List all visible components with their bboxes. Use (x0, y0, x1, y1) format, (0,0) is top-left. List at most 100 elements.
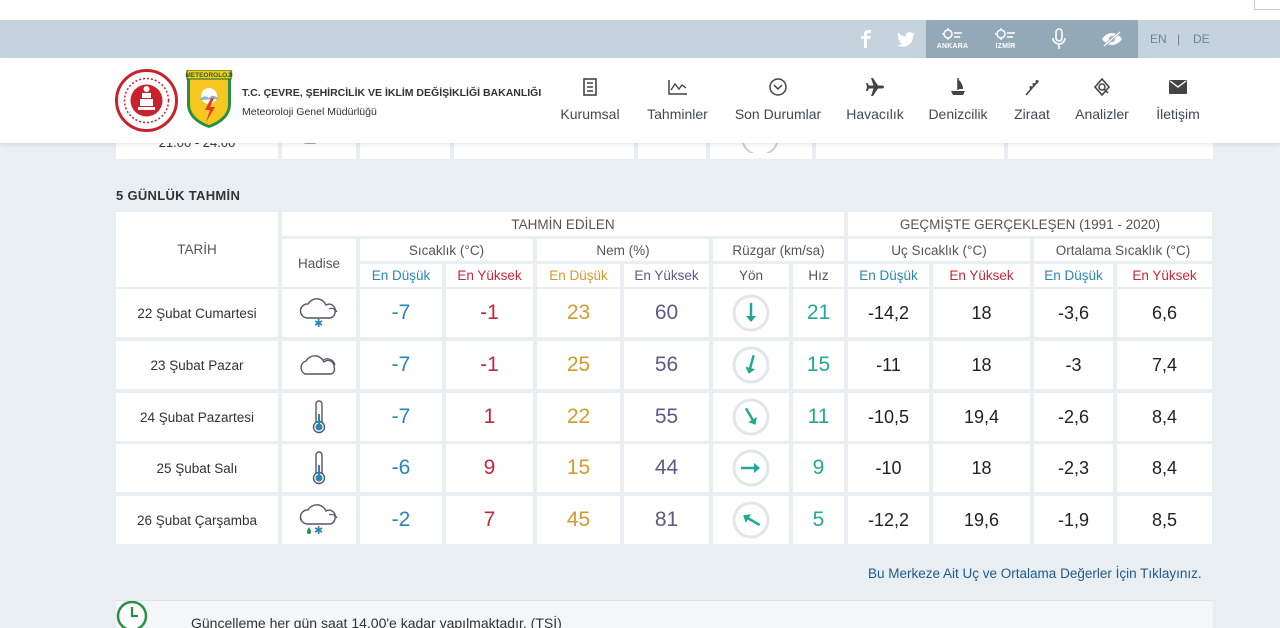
envelope-icon (1169, 80, 1187, 94)
header-wind: Rüzgar (km/sa) (713, 239, 844, 261)
cell-xmin-text: -12,2 (867, 509, 910, 530)
nav-denizcilik[interactable]: Denizcilik (928, 76, 988, 126)
cell-hmin-text: 15 (566, 456, 591, 479)
header-humidity-text: Nem (%) (596, 242, 650, 258)
nav-son-durumlar[interactable]: Son Durumlar (734, 76, 822, 126)
nav-tahminler[interactable]: Tahminler (645, 76, 710, 126)
accessibility-button[interactable] (1085, 20, 1138, 58)
wind-arrow-icon (732, 501, 770, 539)
cell-date-text: 26 Şubat Çarşamba (136, 512, 258, 528)
station-extremes-link[interactable]: Bu Merkeze Ait Uç ve Ortalama Değerler İ… (868, 566, 1202, 581)
cell-amin-text: -2,3 (1057, 457, 1090, 478)
header-forecast-text: TAHMİN EDİLEN (511, 216, 615, 232)
cell-tmax-text: 7 (483, 508, 496, 531)
header-extreme-temp: Uç Sıcaklık (°C) (848, 239, 1030, 261)
nav-son-durumlar-label: Son Durumlar (734, 106, 822, 122)
logo2-text: METEOROLOJİ (185, 71, 233, 79)
wind-direction-cell (713, 444, 789, 492)
ministry-seal-logo[interactable] (115, 69, 178, 132)
cell-date-text: 25 Şubat Salı (156, 460, 238, 476)
cell-amax: 7,4 (1117, 341, 1212, 389)
cell-tmin-text: -6 (391, 456, 411, 479)
cell-amin: -3 (1034, 341, 1113, 389)
org-title: T.C. ÇEVRE, ŞEHİRCİLİK VE İKLİM DEĞİŞİKL… (242, 87, 542, 99)
cell-amax-text: 7,4 (1151, 354, 1178, 375)
cell-xmax: 18 (933, 341, 1030, 389)
cell-hmin-text: 22 (566, 405, 591, 428)
sub-temp-max-text: En Yüksek (457, 268, 522, 283)
wind-arrow-icon (732, 398, 770, 436)
sub-temp-min-text: En Düşük (371, 268, 431, 283)
izmir-label: İZMİR (995, 43, 1016, 50)
cell-tmax-text: 1 (483, 405, 496, 428)
sub-hum-max: En Yüksek (624, 264, 709, 287)
voice-button[interactable] (1032, 20, 1085, 58)
top-bar: ANKARA İZMİR EN | DE (0, 20, 1280, 58)
cell-tmax: -1 (446, 341, 533, 389)
nav-ziraat[interactable]: Ziraat (1012, 76, 1052, 126)
cell-amax: 8,4 (1117, 393, 1212, 441)
previous-table-row: 21.00 - 24.00 (116, 136, 1213, 159)
cell-date-text: 23 Şubat Pazar (150, 357, 244, 373)
cell-hmin-text: 45 (566, 508, 591, 531)
cell-hmax: 60 (624, 289, 709, 337)
cell-tmax-text: 9 (483, 456, 496, 479)
svg-text:✱: ✱ (314, 524, 323, 536)
cell-amin-text: -3,6 (1057, 302, 1090, 323)
header-wind-text: Rüzgar (km/sa) (732, 242, 825, 258)
cell-wspeed-text: 5 (812, 508, 825, 531)
cell-wspeed: 9 (793, 444, 844, 492)
prev-time-cell: 21.00 - 24.00 (116, 136, 278, 159)
cell-tmin-text: -7 (391, 301, 411, 324)
lang-en-link[interactable]: EN (1150, 20, 1167, 58)
sub-wind-dir-text: Yön (738, 268, 764, 283)
cloud-rain-snow-icon: ✱ (297, 504, 341, 536)
lang-de-link[interactable]: DE (1193, 20, 1210, 58)
cell-tmin-text: -7 (391, 353, 411, 376)
nav-kurumsal[interactable]: Kurumsal (560, 76, 620, 126)
ankara-weather-button[interactable]: ANKARA (926, 20, 979, 58)
cell-amin-text: -3 (1065, 354, 1082, 375)
cell-tmax: -1 (446, 289, 533, 337)
header-past-text: GEÇMİŞTE GERÇEKLEŞEN (1991 - 2020) (899, 216, 1161, 232)
wind-direction-cell (713, 393, 789, 441)
header-forecast-group: TAHMİN EDİLEN (282, 212, 844, 236)
meteoroloji-logo[interactable]: METEOROLOJİ (185, 70, 233, 130)
cell-wspeed: 5 (793, 496, 844, 544)
cell-xmax: 19,4 (933, 393, 1030, 441)
cell-hmax-text: 44 (654, 456, 679, 479)
sub-temp-min: En Düşük (360, 264, 442, 287)
izmir-weather-button[interactable]: İZMİR (979, 20, 1032, 58)
nav-analizler[interactable]: Analizler (1074, 76, 1130, 126)
izmir-weather-icon (994, 28, 1015, 40)
sub-avg-min-text: En Düşük (1044, 268, 1103, 283)
cell-amax-text: 8,4 (1151, 406, 1178, 427)
facebook-icon[interactable] (848, 20, 884, 58)
header-date-text: TARİH (177, 242, 217, 257)
cell-tmin: -7 (360, 289, 442, 337)
cell-date-text: 24 Şubat Pazartesi (139, 409, 255, 425)
cell-xmax-text: 18 (971, 457, 992, 478)
cell-date: 26 Şubat Çarşamba (116, 496, 278, 544)
cell-tmax: 1 (446, 393, 533, 441)
svg-text:✱: ✱ (314, 317, 323, 328)
wheat-icon (1025, 80, 1039, 96)
header-temp: Sıcaklık (°C) (360, 239, 533, 261)
cell-tmin: -2 (360, 496, 442, 544)
cell-tmax: 9 (446, 444, 533, 492)
prev-cell (454, 143, 634, 159)
prev-cell (638, 143, 706, 159)
cell-amax: 8,4 (1117, 444, 1212, 492)
cell-hmax: 81 (624, 496, 709, 544)
section-title: 5 GÜNLÜK TAHMİN (116, 188, 241, 203)
header-extreme-temp-text: Uç Sıcaklık (°C) (891, 242, 987, 258)
twitter-icon[interactable] (888, 20, 924, 58)
nav-havacilik[interactable]: Havacılık (846, 76, 904, 126)
eye-slash-icon (1101, 31, 1122, 47)
nav-havacilik-label: Havacılık (846, 106, 904, 122)
cell-amin: -2,6 (1034, 393, 1113, 441)
nav-iletisim[interactable]: İletişim (1154, 76, 1202, 126)
cell-xmax: 18 (933, 444, 1030, 492)
nav-iletisim-label: İletişim (1156, 106, 1200, 122)
nav-denizcilik-label: Denizcilik (928, 106, 988, 122)
